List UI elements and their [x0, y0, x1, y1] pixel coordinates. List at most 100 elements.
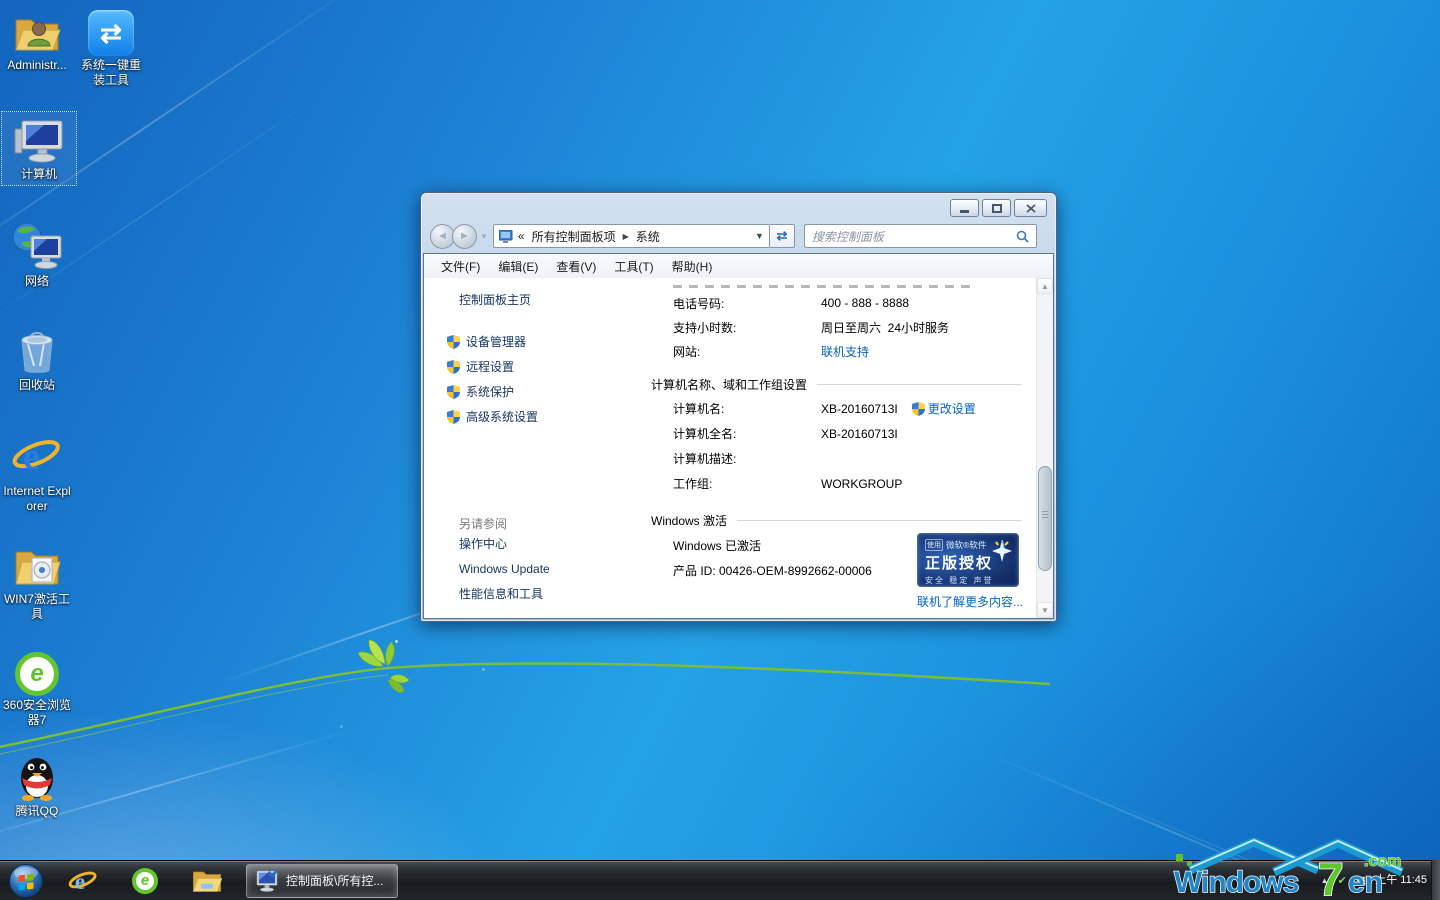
window-content-frame: 文件(F) 编辑(E) 查看(V) 工具(T) 帮助(H) 控制面板主页 设备管: [423, 253, 1054, 619]
sidebar-item-advanced-system-settings[interactable]: 高级系统设置: [424, 404, 628, 429]
sidebar-item-action-center[interactable]: 操作中心: [424, 532, 628, 557]
desktop-icon-label: Internet Explorer: [2, 484, 72, 514]
menu-file[interactable]: 文件(F): [432, 255, 489, 278]
change-settings-link[interactable]: 更改设置: [912, 400, 976, 417]
sidebar-item-performance-tools[interactable]: 性能信息和工具: [424, 582, 628, 607]
show-hidden-icons-button[interactable]: ▲: [1321, 876, 1329, 885]
menu-edit[interactable]: 编辑(E): [489, 255, 547, 278]
internet-explorer-icon: e: [68, 866, 98, 896]
badge-sub-text: 安全 稳定 声誉: [925, 575, 1011, 586]
folder-icon: [192, 868, 222, 894]
forward-button[interactable]: ►: [452, 224, 477, 249]
sidebar-item-system-protection[interactable]: 系统保护: [424, 379, 628, 404]
desktop-icon-label: Administr...: [0, 58, 74, 73]
desktop-icon-qq[interactable]: 腾讯QQ: [0, 752, 74, 819]
desktop-icon-360-browser[interactable]: e 360安全浏览器7: [0, 646, 74, 728]
taskbar-active-task-control-panel[interactable]: 控制面板\所有控...: [246, 864, 398, 898]
sidebar-item-control-panel-home[interactable]: 控制面板主页: [459, 291, 628, 308]
address-dropdown-icon[interactable]: ▼: [749, 231, 764, 241]
scroll-up-button[interactable]: ▲: [1037, 278, 1053, 294]
workgroup-label: 工作组:: [673, 475, 821, 492]
breadcrumb-chevrons[interactable]: «: [518, 229, 525, 243]
taskbar-clock[interactable]: 上午 11:45: [1375, 874, 1427, 887]
menu-tools[interactable]: 工具(T): [605, 255, 662, 278]
support-hours-value: 周日至周六 24小时服务: [821, 319, 949, 336]
computer-name-section-header: 计算机名称、域和工作组设置: [651, 376, 1022, 393]
sidebar-item-remote-settings[interactable]: 远程设置: [424, 354, 628, 379]
uac-shield-icon: [447, 385, 460, 399]
desktop-icon-label: 系统一键重装工具: [78, 58, 144, 88]
system-content: 电话号码:400 - 888 - 8888 支持小时数:周日至周六 24小时服务…: [628, 278, 1036, 618]
desktop-icon-recycle-bin[interactable]: 回收站: [0, 326, 74, 393]
sidebar-item-label: 设备管理器: [466, 333, 526, 350]
close-button[interactable]: [1014, 199, 1047, 217]
system-tray: ▲ ✔ ▦ 上午 11:45: [1321, 860, 1427, 900]
taskbar: e e 控制面板\所有控... ▲ ✔ ▦ 上午 11:45: [0, 860, 1440, 900]
desktop-icon-label: 计算机: [2, 167, 76, 182]
breadcrumb-all-panel-items[interactable]: 所有控制面板项: [532, 228, 616, 245]
svg-text:e: e: [75, 868, 85, 894]
clipped-scrolled-row: [673, 285, 976, 288]
search-icon[interactable]: [1016, 230, 1029, 243]
taskbar-internet-explorer[interactable]: e: [68, 866, 98, 896]
desktop-icon-reinstall-tool[interactable]: ⇄ 系统一键重装工具: [74, 6, 148, 88]
search-input[interactable]: 搜索控制面板: [804, 224, 1037, 248]
genuine-software-badge[interactable]: 使用微软®软件 正版授权 安全 稳定 声誉: [917, 533, 1019, 587]
minimize-button[interactable]: [950, 199, 979, 217]
svg-text:e: e: [23, 436, 40, 478]
computer-name-label: 计算机名:: [673, 400, 821, 417]
start-button[interactable]: [0, 863, 52, 899]
desktop-icon-label: 腾讯QQ: [0, 804, 74, 819]
window-titlebar[interactable]: [421, 193, 1056, 219]
show-desktop-button[interactable]: [1431, 860, 1440, 900]
learn-more-online-link[interactable]: 联机了解更多内容...: [917, 595, 1023, 609]
maximize-button[interactable]: [982, 199, 1011, 217]
internet-explorer-icon: e: [0, 432, 74, 482]
change-settings-label[interactable]: 更改设置: [928, 400, 976, 417]
system-page-icon: [499, 230, 513, 243]
desktop-icon-network[interactable]: 网络: [0, 222, 74, 289]
vertical-scrollbar[interactable]: ▲ ▼: [1036, 278, 1053, 618]
close-icon: [1026, 204, 1036, 213]
system-window: ◄ ► ▼ « 所有控制面板项 ▶ 系统 ▼ ⇄ 搜索控制面板 文件(F): [420, 192, 1057, 622]
scrollbar-track[interactable]: [1037, 294, 1053, 602]
minimize-icon: [960, 210, 969, 213]
section-divider: [737, 520, 1022, 521]
badge-use-tag: 使用: [925, 539, 943, 551]
menu-view[interactable]: 查看(V): [547, 255, 605, 278]
phone-label: 电话号码:: [673, 295, 821, 312]
taskbar-explorer-folder[interactable]: [192, 866, 222, 896]
online-support-link[interactable]: 联机支持: [821, 343, 869, 360]
desktop-icon-win7-activator[interactable]: WIN7激活工具: [0, 540, 74, 622]
address-bar[interactable]: « 所有控制面板项 ▶ 系统 ▼: [493, 224, 770, 248]
section-title: Windows 激活: [651, 512, 727, 529]
desktop-icon-administrator[interactable]: Administr...: [0, 6, 74, 73]
tray-icon-network[interactable]: ▦: [1356, 874, 1366, 887]
tray-icon-security[interactable]: ✔: [1338, 874, 1347, 887]
activation-body: Windows 已激活 产品 ID: 00426-OEM-8992662-000…: [651, 533, 1036, 610]
taskbar-360-browser[interactable]: e: [130, 866, 160, 896]
breadcrumb-system[interactable]: 系统: [636, 228, 660, 245]
desktop-icon-computer[interactable]: 计算机: [2, 112, 76, 185]
uac-shield-icon: [447, 360, 460, 374]
user-folder-icon: [0, 6, 74, 56]
control-panel-window-icon: [255, 870, 279, 892]
menu-help[interactable]: 帮助(H): [663, 255, 722, 278]
sidebar-item-windows-update[interactable]: Windows Update: [424, 557, 628, 582]
computer-icon: [2, 115, 76, 165]
refresh-button[interactable]: ⇄: [770, 224, 795, 248]
360-browser-icon: e: [132, 868, 158, 894]
recent-pages-icon[interactable]: ▼: [480, 232, 488, 241]
menu-bar: 文件(F) 编辑(E) 查看(V) 工具(T) 帮助(H): [424, 254, 1053, 278]
sidebar-item-device-manager[interactable]: 设备管理器: [424, 329, 628, 354]
sidebar: 控制面板主页 设备管理器: [424, 278, 628, 618]
badge-brand: 微软®软件: [946, 539, 986, 551]
maximize-icon: [992, 204, 1002, 213]
desktop-icon-internet-explorer[interactable]: e Internet Explorer: [0, 432, 74, 514]
scroll-down-button[interactable]: ▼: [1037, 602, 1053, 618]
desktop-icon-label: 回收站: [0, 378, 74, 393]
scrollbar-thumb[interactable]: [1038, 466, 1052, 571]
see-also-header: 另请参阅: [459, 515, 628, 532]
desktop-icon-label: 网络: [0, 274, 74, 289]
computer-name-value: XB-20160713I: [821, 402, 898, 416]
